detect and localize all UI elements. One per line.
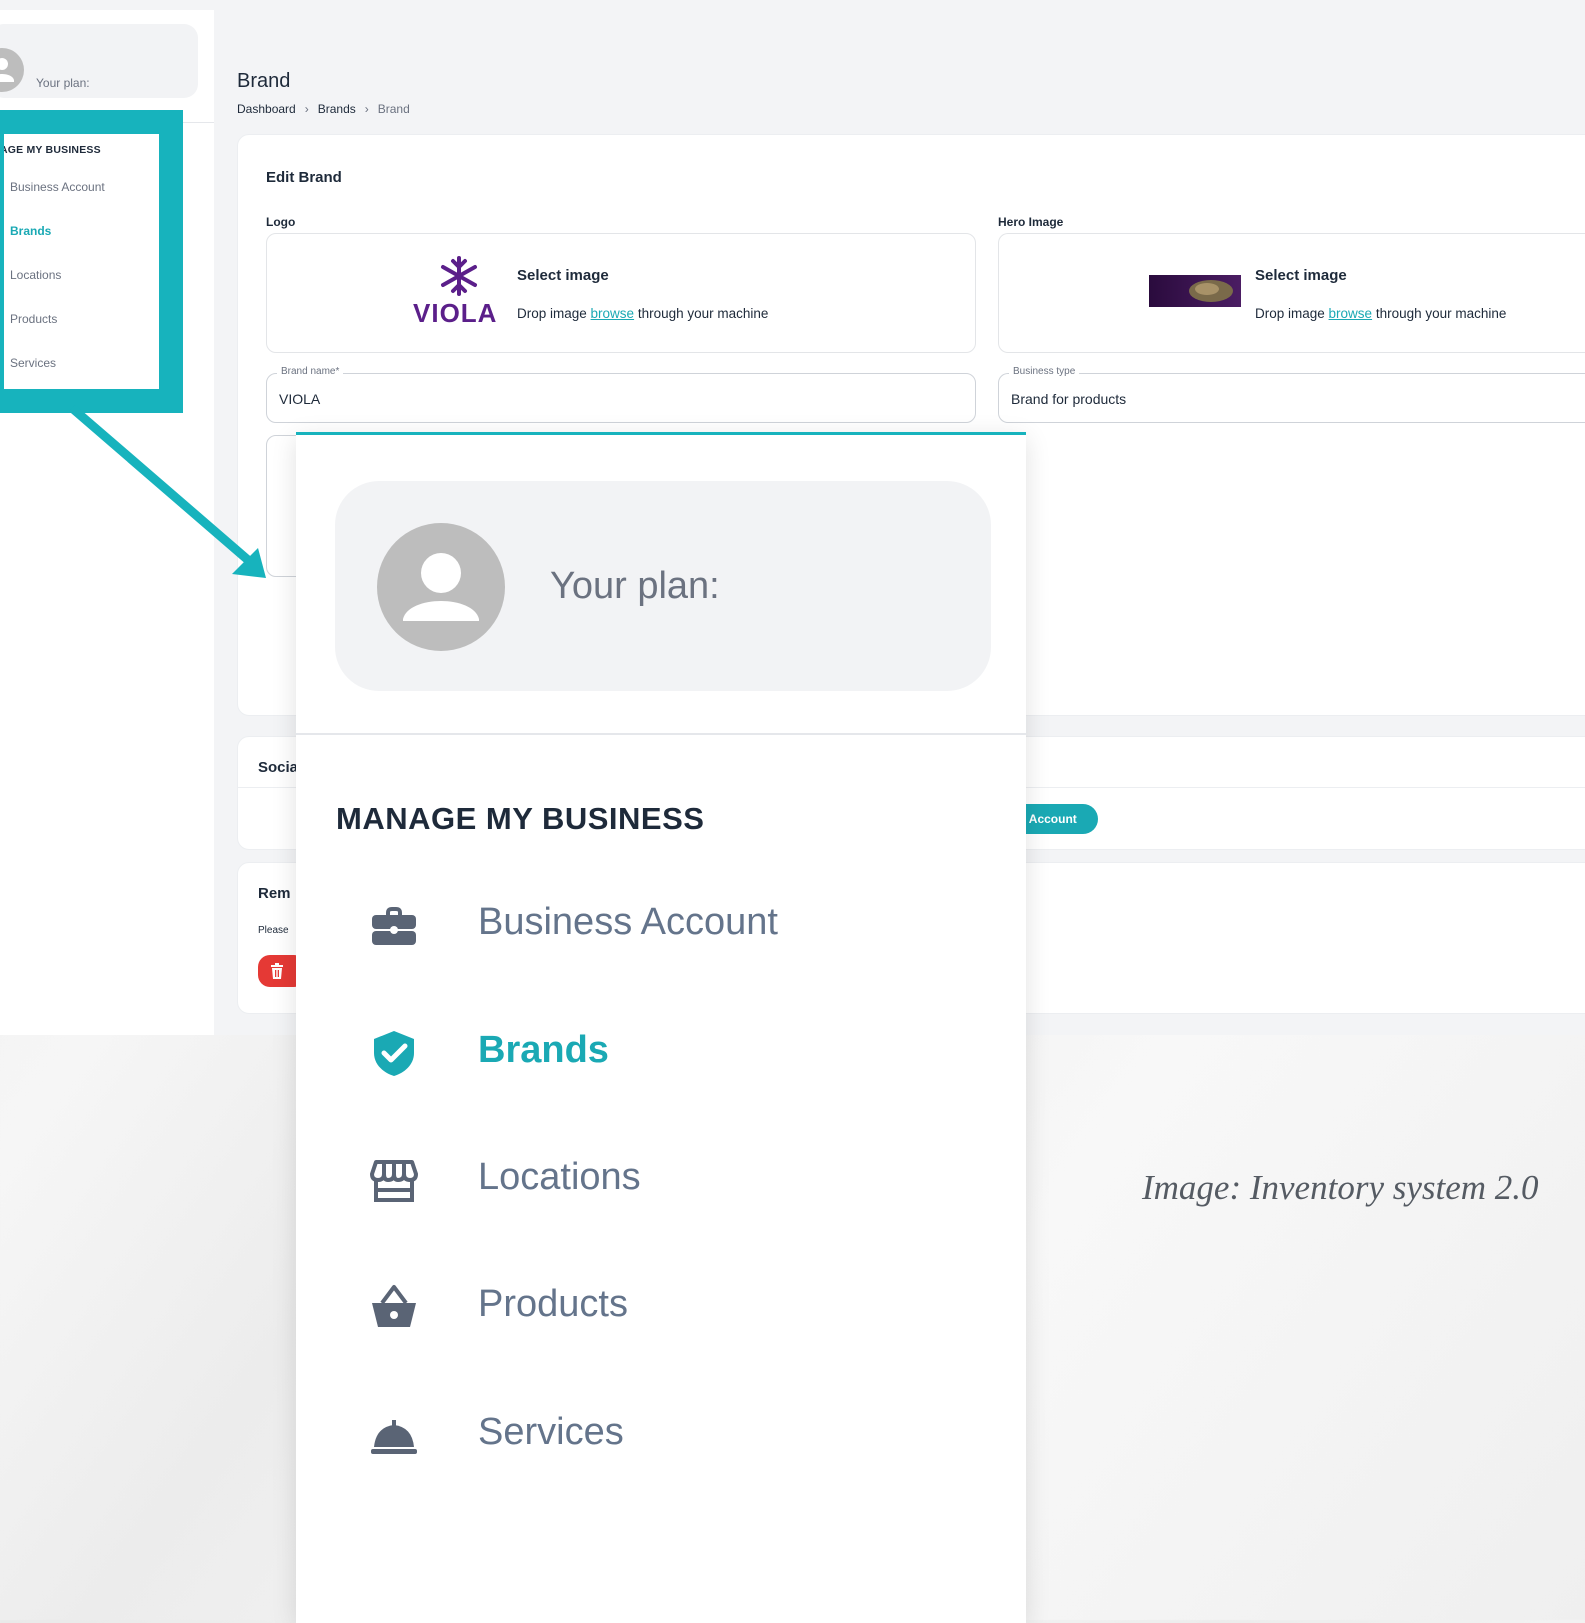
remove-help: Please [258, 925, 289, 936]
logo-drop-zone[interactable]: VIOLA Select image Drop image browse thr… [266, 233, 976, 353]
store-icon [370, 1160, 418, 1202]
edit-brand-title: Edit Brand [266, 169, 342, 186]
sidebar-item-brands[interactable]: Brands [10, 224, 51, 238]
social-title: Socia [258, 759, 299, 776]
logo-wordmark: VIOLA [413, 298, 498, 328]
zoom-item-locations[interactable]: Locations [370, 1150, 930, 1210]
page-title: Brand [237, 70, 291, 92]
brand-name-label: Brand name* [277, 366, 344, 377]
zoom-item-label: Brands [478, 1029, 609, 1071]
zoom-item-business-account[interactable]: Business Account [370, 895, 930, 955]
service-bell-icon [371, 1420, 417, 1454]
shield-check-icon [374, 1031, 414, 1076]
hero-thumbnail [1149, 275, 1241, 307]
zoom-item-services[interactable]: Services [370, 1405, 930, 1465]
zoomed-sidebar-panel: Your plan: MANAGE MY BUSINESS Business A… [296, 432, 1026, 1623]
logo-drop-help: Drop image browse through your machine [517, 306, 769, 321]
hero-image-label: Hero Image [998, 215, 1064, 229]
image-caption: Image: Inventory system 2.0 [1142, 1168, 1539, 1207]
zoom-item-products[interactable]: Products [370, 1277, 930, 1337]
briefcase-icon [372, 907, 416, 945]
zoom-plan-card[interactable]: Your plan: [335, 481, 991, 691]
trash-icon [271, 963, 283, 979]
sidebar-item-products[interactable]: Products [10, 312, 57, 326]
breadcrumb-dashboard[interactable]: Dashboard [237, 102, 296, 116]
chevron-right-icon: › [304, 102, 309, 116]
breadcrumb-brands[interactable]: Brands [318, 102, 356, 116]
plan-label: Your plan: [36, 76, 90, 90]
zoom-item-label: Business Account [478, 901, 778, 943]
chevron-right-icon: › [364, 102, 369, 116]
hero-browse-link[interactable]: browse [1329, 306, 1373, 321]
snowflake-logo-icon [441, 256, 477, 296]
logo-browse-link[interactable]: browse [591, 306, 635, 321]
zoom-divider [296, 733, 1026, 735]
zoom-item-label: Services [478, 1411, 624, 1453]
hero-select-title: Select image [1255, 267, 1347, 284]
sidebar: Your plan: AGE MY BUSINESS Business Acco… [0, 10, 214, 1035]
sidebar-item-business-account[interactable]: Business Account [10, 180, 105, 194]
avatar-icon [0, 48, 24, 92]
logo-select-title: Select image [517, 267, 609, 284]
sidebar-divider [0, 122, 214, 123]
basket-icon [372, 1285, 416, 1327]
avatar-icon [377, 523, 505, 651]
sidebar-section-title: AGE MY BUSINESS [0, 144, 101, 156]
logo-label: Logo [266, 215, 296, 229]
zoom-plan-label: Your plan: [550, 565, 720, 607]
zoom-section-title: MANAGE MY BUSINESS [336, 801, 705, 836]
sidebar-item-services[interactable]: Services [10, 356, 56, 370]
hero-drop-help: Drop image browse through your machine [1255, 306, 1507, 321]
hero-drop-zone[interactable]: Select image Drop image browse through y… [998, 233, 1585, 353]
zoom-item-label: Locations [478, 1156, 641, 1198]
brand-name-value: VIOLA [279, 391, 321, 407]
breadcrumb: Dashboard › Brands › Brand [237, 102, 410, 116]
sidebar-item-locations[interactable]: Locations [10, 268, 61, 282]
breadcrumb-current: Brand [377, 102, 410, 116]
brand-name-field[interactable]: Brand name* VIOLA [266, 366, 976, 423]
business-type-select[interactable]: Business type Brand for products [998, 366, 1585, 423]
business-type-label: Business type [1009, 366, 1080, 377]
zoom-item-brands[interactable]: Brands [370, 1023, 930, 1083]
plan-card[interactable]: Your plan: [0, 24, 198, 98]
remove-title: Rem [258, 885, 291, 902]
zoom-item-label: Products [478, 1283, 628, 1325]
business-type-value: Brand for products [1011, 391, 1127, 407]
